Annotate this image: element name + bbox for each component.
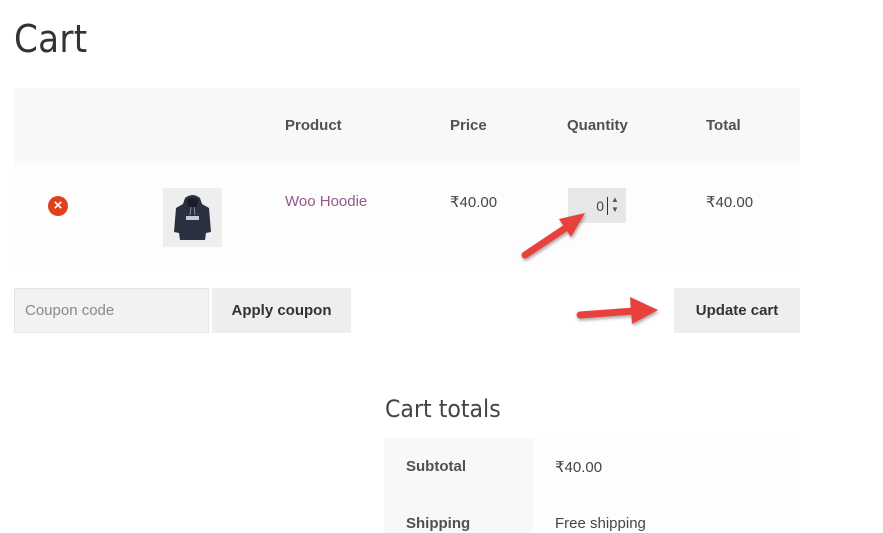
totals-row-subtotal: Subtotal ₹40.00 bbox=[384, 438, 800, 495]
cart-totals-table: Subtotal ₹40.00 Shipping Free shipping bbox=[384, 438, 800, 533]
page-title: Cart bbox=[14, 17, 88, 61]
subtotal-value: ₹40.00 bbox=[555, 459, 603, 476]
shipping-value: Free shipping bbox=[555, 515, 646, 532]
column-header-product: Product bbox=[285, 117, 342, 134]
hoodie-thumbnail[interactable] bbox=[163, 188, 222, 247]
hoodie-icon bbox=[163, 188, 222, 247]
update-cart-button[interactable]: Update cart bbox=[674, 288, 800, 333]
item-total: ₹40.00 bbox=[706, 194, 754, 211]
column-header-quantity: Quantity bbox=[567, 117, 628, 134]
spinner-arrows-icon[interactable]: ▲ ▼ bbox=[610, 195, 620, 217]
column-header-price: Price bbox=[450, 117, 487, 134]
cart-page: Cart Product Price Quantity Total × Woo … bbox=[0, 0, 883, 533]
cart-table: Product Price Quantity Total × Woo Hoodi… bbox=[14, 88, 800, 271]
coupon-code-input[interactable] bbox=[14, 288, 209, 333]
cart-item-row: × Woo Hoodie ₹40.00 ▲▼ ₹40.00 bbox=[14, 163, 800, 271]
totals-row-shipping: Shipping Free shipping bbox=[384, 495, 800, 533]
quantity-stepper[interactable]: ▲▼ bbox=[568, 188, 626, 223]
shipping-label: Shipping bbox=[406, 515, 471, 532]
cart-totals-title: Cart totals bbox=[385, 395, 501, 423]
text-caret bbox=[607, 197, 608, 215]
column-header-total: Total bbox=[706, 117, 741, 134]
item-price: ₹40.00 bbox=[450, 194, 498, 211]
annotation-arrow-icon bbox=[576, 297, 658, 324]
cart-table-header: Product Price Quantity Total bbox=[14, 88, 800, 163]
apply-coupon-button[interactable]: Apply coupon bbox=[212, 288, 351, 333]
subtotal-label: Subtotal bbox=[406, 458, 466, 475]
product-link-woo-hoodie[interactable]: Woo Hoodie bbox=[285, 193, 367, 210]
remove-x-icon[interactable]: × bbox=[48, 196, 68, 216]
quantity-input[interactable] bbox=[568, 188, 608, 223]
